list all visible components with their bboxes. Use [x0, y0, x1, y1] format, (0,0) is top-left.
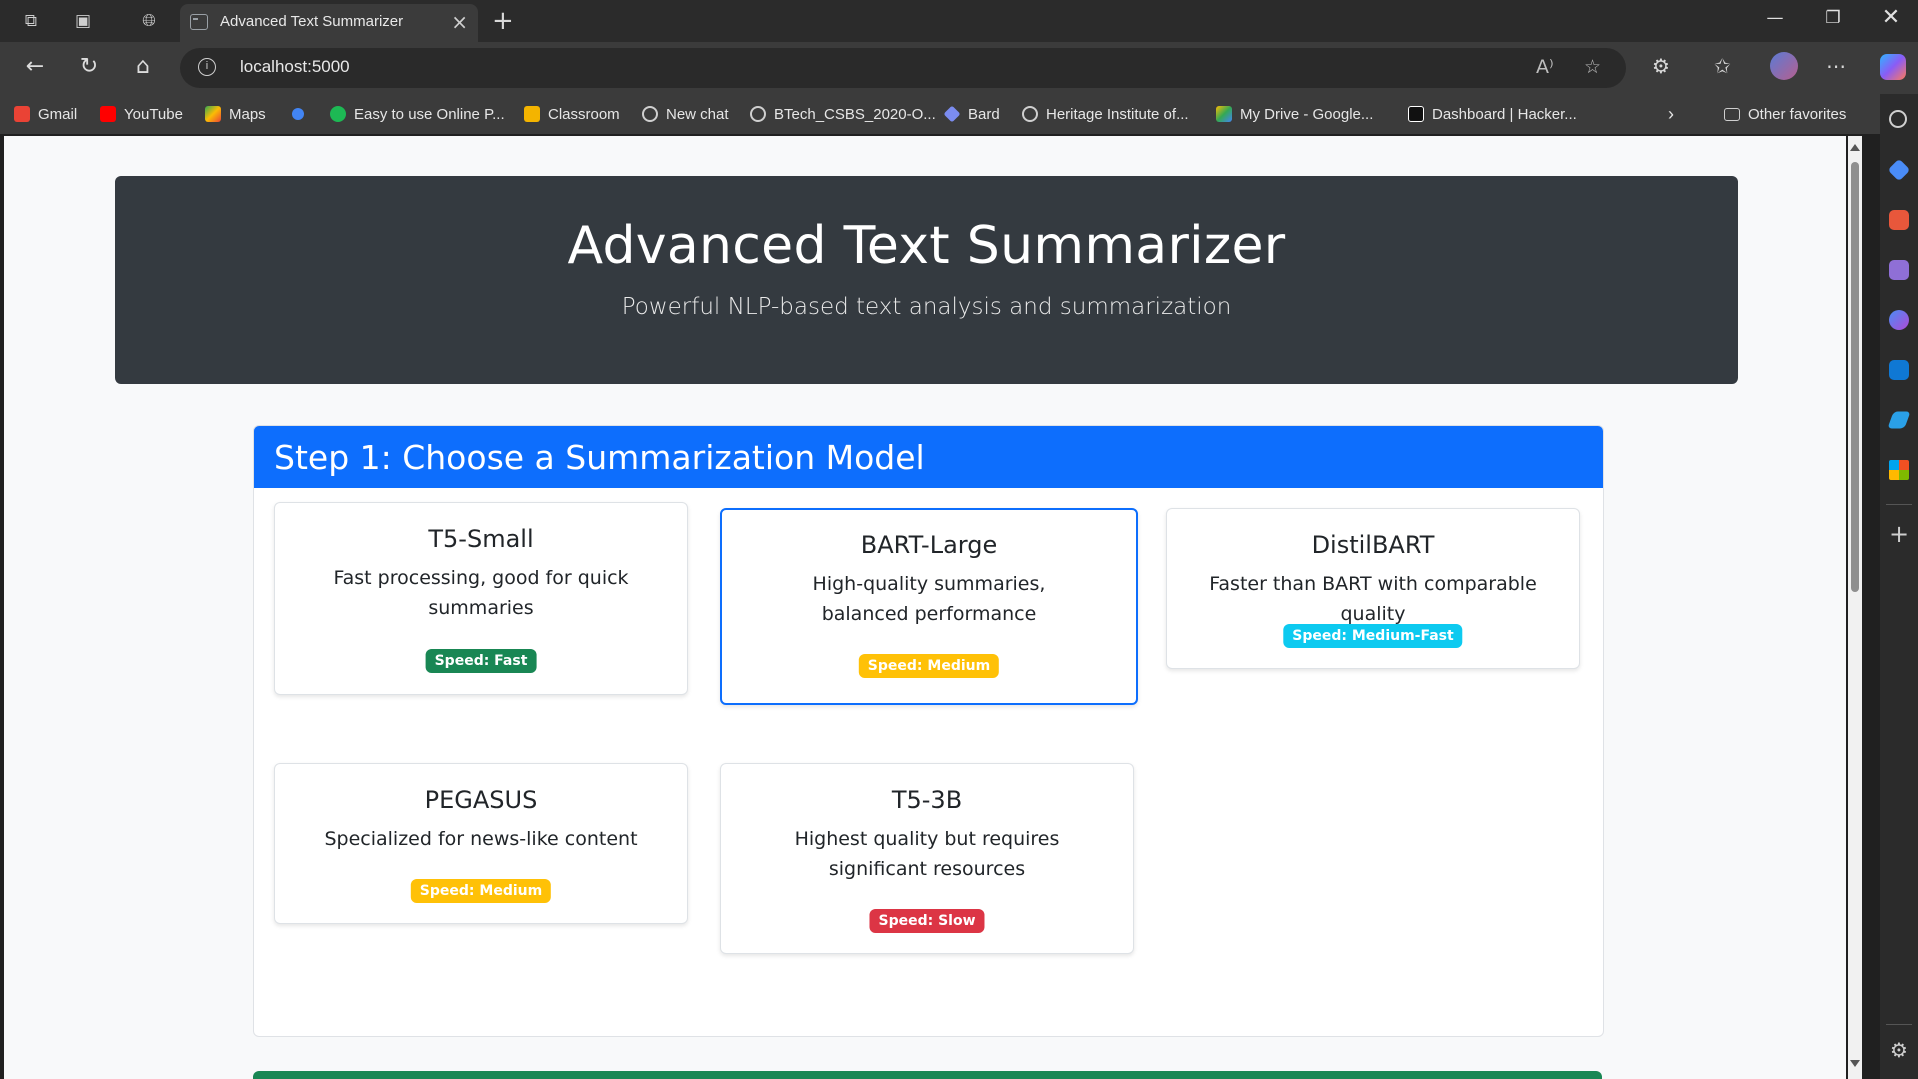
model-name: PEGASUS [424, 786, 538, 814]
s-logo-icon [330, 106, 346, 122]
close-window-icon[interactable]: ✕ [1876, 5, 1906, 30]
sidebar-search-icon[interactable] [1889, 110, 1907, 128]
step2-card-header-peek [253, 1071, 1602, 1079]
sidebar-divider [1886, 504, 1912, 505]
step1-title: Step 1: Choose a Summarization Model [274, 438, 925, 477]
minimize-icon[interactable]: — [1760, 8, 1790, 28]
speed-badge: Speed: Medium-Fast [1283, 624, 1463, 648]
step1-card: Step 1: Choose a Summarization Model T5-… [253, 425, 1604, 1037]
speed-badge: Speed: Slow [869, 909, 985, 933]
favorite-maps[interactable]: Maps [205, 104, 266, 124]
favorites-icon[interactable]: ✩ [1714, 54, 1731, 78]
model-description: High-quality summaries, balanced perform… [812, 573, 1046, 625]
sidebar-shopping-icon[interactable] [1887, 158, 1911, 182]
extensions-icon[interactable]: ⚙︎ [1652, 54, 1670, 78]
chatgpt-icon [642, 106, 658, 122]
tab-actions-icon[interactable]: ▣ [70, 8, 96, 34]
speed-badge: Speed: Fast [425, 649, 537, 673]
youtube-icon [100, 106, 116, 122]
url-text[interactable]: localhost:5000 [240, 57, 350, 77]
edge-sidebar: + ⚙︎ [1880, 94, 1918, 1079]
page-scrollbar[interactable] [1848, 136, 1862, 1079]
step1-header: Step 1: Choose a Summarization Model [254, 426, 1603, 488]
speed-badge: Speed: Medium [858, 654, 1000, 678]
favorites-bar: Gmail YouTube Maps Easy to use Online P.… [0, 94, 1880, 134]
more-options-icon[interactable]: ⋯ [1826, 54, 1846, 78]
address-bar[interactable]: i localhost:5000 A⁾ ☆ [180, 48, 1626, 88]
favorite-my-drive[interactable]: My Drive - Google... [1216, 104, 1373, 124]
favorite-hackerrank[interactable]: Dashboard | Hacker... [1408, 104, 1577, 124]
model-description: Specialized for news-like content [324, 828, 638, 850]
sidebar-office-icon[interactable] [1889, 460, 1909, 480]
globe-icon[interactable]: 🌐︎ [136, 8, 162, 34]
page-title: Advanced Text Summarizer [567, 216, 1286, 276]
model-name: DistilBART [1311, 531, 1435, 559]
globe-icon [750, 106, 766, 122]
favorite-heritage[interactable]: Heritage Institute of... [1022, 104, 1189, 124]
restore-icon[interactable]: ❐ [1818, 8, 1848, 28]
copilot-icon[interactable] [1880, 54, 1906, 80]
model-name: T5-Small [428, 525, 534, 553]
other-favorites-folder[interactable]: Other favorites [1724, 104, 1846, 124]
close-tab-icon[interactable]: × [451, 10, 468, 34]
site-info-icon[interactable]: i [198, 58, 216, 76]
favorite-search[interactable] [292, 104, 312, 124]
globe-icon [1022, 106, 1038, 122]
browser-toolbar: ← ↻ ⌂ i localhost:5000 A⁾ ☆ ⚙︎ ✩ ⋯ [0, 42, 1918, 94]
sidebar-outlook-icon[interactable] [1889, 360, 1909, 380]
model-card-bart-large[interactable]: BART-Large High-quality summaries, balan… [720, 508, 1138, 705]
favorite-online-p[interactable]: Easy to use Online P... [330, 104, 505, 124]
model-description: Faster than BART with comparable quality [1209, 573, 1537, 625]
read-aloud-icon[interactable]: A⁾ [1536, 56, 1554, 78]
page-favicon-icon [190, 14, 208, 30]
model-card-distilbart[interactable]: DistilBART Faster than BART with compara… [1166, 508, 1580, 669]
model-description: Highest quality but requires significant… [794, 828, 1060, 880]
browser-title-bar: ⧉ ▣ 🌐︎ Advanced Text Summarizer × + — ❐ … [0, 0, 1918, 42]
home-icon[interactable]: ⌂ [128, 54, 158, 79]
maps-icon [205, 106, 221, 122]
tab-title: Advanced Text Summarizer [220, 13, 404, 30]
favorite-youtube[interactable]: YouTube [100, 104, 183, 124]
page-header: Advanced Text Summarizer Powerful NLP-ba… [115, 176, 1738, 384]
page-subtitle: Powerful NLP-based text analysis and sum… [621, 294, 1232, 320]
profile-avatar[interactable] [1770, 52, 1798, 80]
folder-icon [1724, 107, 1740, 121]
speed-badge: Speed: Medium [410, 879, 552, 903]
sidebar-send-icon[interactable] [1887, 411, 1911, 429]
sidebar-copilot-icon[interactable] [1889, 310, 1909, 330]
model-card-t5-small[interactable]: T5-Small Fast processing, good for quick… [274, 502, 688, 695]
scroll-up-arrow-icon[interactable] [1850, 144, 1860, 151]
sidebar-games-icon[interactable] [1889, 260, 1909, 280]
google-drive-icon [1216, 106, 1232, 122]
back-icon[interactable]: ← [20, 54, 50, 79]
sidebar-tools-icon[interactable] [1889, 210, 1909, 230]
gmail-icon [14, 106, 30, 122]
favorite-gmail[interactable]: Gmail [14, 104, 77, 124]
sidebar-add-icon[interactable]: + [1889, 522, 1909, 546]
workspaces-icon[interactable]: ⧉ [18, 8, 44, 34]
favorite-star-icon[interactable]: ☆ [1584, 56, 1601, 78]
sidebar-divider [1886, 1024, 1912, 1025]
classroom-icon [524, 106, 540, 122]
favorite-classroom[interactable]: Classroom [524, 104, 620, 124]
search-icon [292, 108, 304, 120]
model-name: T5-3B [891, 786, 963, 814]
page-viewport: Advanced Text Summarizer Powerful NLP-ba… [4, 136, 1846, 1079]
favorite-new-chat[interactable]: New chat [642, 104, 729, 124]
favorites-overflow-chevron-icon[interactable]: › [1668, 104, 1674, 124]
favorite-btech[interactable]: BTech_CSBS_2020-O... [750, 104, 936, 124]
tab-active[interactable]: Advanced Text Summarizer × [180, 4, 478, 42]
scroll-down-arrow-icon[interactable] [1850, 1060, 1860, 1067]
scroll-thumb[interactable] [1851, 162, 1859, 592]
bard-sparkle-icon [943, 105, 961, 123]
model-card-pegasus[interactable]: PEGASUS Specialized for news-like conten… [274, 763, 688, 924]
refresh-icon[interactable]: ↻ [74, 54, 104, 79]
model-description: Fast processing, good for quick summarie… [333, 567, 629, 619]
favorite-bard[interactable]: Bard [943, 104, 1000, 124]
hackerrank-icon [1408, 106, 1424, 122]
sidebar-settings-icon[interactable]: ⚙︎ [1889, 1040, 1909, 1060]
model-name: BART-Large [860, 531, 998, 559]
model-card-t5-3b[interactable]: T5-3B Highest quality but requires signi… [720, 763, 1134, 954]
new-tab-icon[interactable]: + [492, 6, 514, 36]
